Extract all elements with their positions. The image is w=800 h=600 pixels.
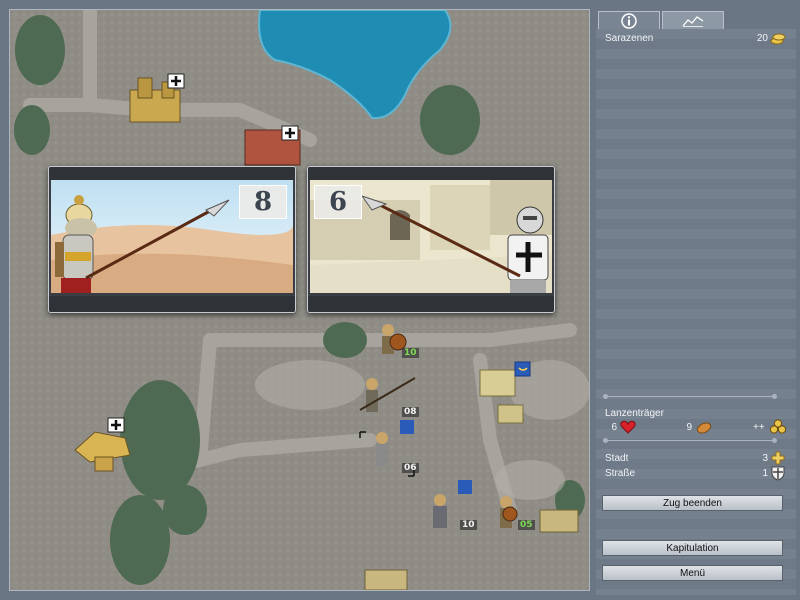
gold-icon [770,33,786,45]
unit-strength-label: 10 [460,520,477,530]
shield-icon [771,466,785,481]
unit-upgrade-marker: ++ [753,422,765,433]
upgrade-icon [770,419,786,434]
menu-button[interactable]: Menü [602,565,783,581]
gold-count: 20 [756,33,768,44]
unit-strength-label: 06 [402,463,419,473]
unit-food: 9 [686,422,692,433]
stat-road-label: Straße [605,468,636,479]
stat-city-label: Stadt [605,453,629,464]
bread-icon [696,422,712,434]
defender-strength: 6 [314,185,362,219]
unit-name: Lanzenträger [605,408,664,419]
attacker-strength: 8 [239,185,287,219]
side-panel: Sarazenen 20 Lanzenträger 6 9 ++ Stadt 3… [596,9,796,595]
chart-icon [682,15,704,27]
stat-road-value: 1 [762,468,768,479]
unit-health: 6 [611,422,617,433]
unit-strength-label: 10 [402,348,419,358]
battle-card-defender: 6 [307,166,555,313]
stat-city-value: 3 [762,453,768,464]
crusader-fortress[interactable] [244,125,301,166]
separator [603,438,777,443]
tab-statistics[interactable] [662,11,724,29]
city-cross-icon [771,451,785,465]
tab-info[interactable] [598,11,660,29]
info-icon [621,12,637,29]
end-turn-button[interactable]: Zug beenden [602,495,783,511]
capitulate-button[interactable]: Kapitulation [602,540,783,556]
panel-tabs [596,9,796,29]
unit-strength-label: 05 [518,520,535,530]
separator [603,394,777,399]
heart-icon [620,420,636,434]
unit-strength-label: 08 [402,407,419,417]
faction-name: Sarazenen [605,33,654,44]
battle-card-attacker: 8 [48,166,296,313]
